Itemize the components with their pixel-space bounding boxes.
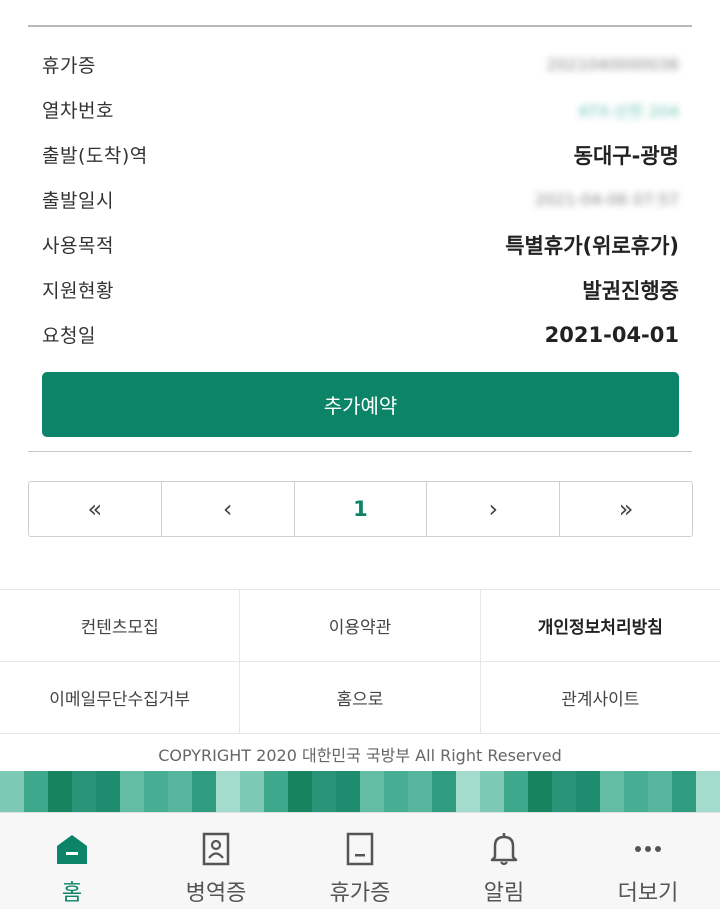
nav-more[interactable]: 더보기: [576, 813, 720, 909]
info-label: 출발일시: [42, 190, 114, 212]
leave-pass-icon: [340, 829, 380, 869]
more-icon: [628, 829, 668, 869]
nav-label: 알림: [483, 881, 525, 906]
add-reservation-button[interactable]: 추가예약: [42, 372, 679, 437]
info-label: 출발(도착)역: [42, 145, 148, 167]
bell-icon: [484, 829, 524, 869]
last-page-button[interactable]: »: [560, 482, 692, 536]
footer-link-content-recruit[interactable]: 컨텐츠모집: [0, 590, 241, 661]
route-value: 동대구-광명: [573, 143, 679, 168]
nav-label: 더보기: [617, 881, 679, 906]
divider: [28, 451, 692, 452]
footer-link-terms[interactable]: 이용약관: [240, 590, 481, 661]
departure-value: 2021-04-06 07:57: [534, 190, 679, 209]
nav-home[interactable]: 홈: [0, 813, 144, 909]
info-row-route: 출발(도착)역 동대구-광명: [42, 132, 679, 177]
top-divider: [28, 25, 692, 27]
footer-link-email-policy[interactable]: 이메일무단수집거부: [0, 662, 241, 733]
info-label: 열차번호: [42, 100, 114, 122]
pass-number-value: 2021040000036: [546, 55, 679, 74]
purpose-value: 특별휴가(위로휴가): [505, 233, 679, 258]
info-row-request-date: 요청일 2021-04-01: [42, 312, 679, 357]
info-row-departure: 출발일시 2021-04-06 07:57: [42, 177, 679, 222]
info-label: 요청일: [42, 325, 96, 347]
footer-link-home[interactable]: 홈으로: [240, 662, 481, 733]
copyright-text: COPYRIGHT 2020 대한민국 국방부 All Right Reserv…: [158, 746, 562, 765]
footer-link-related-sites[interactable]: 관계사이트: [481, 662, 720, 733]
first-page-button[interactable]: «: [29, 482, 162, 536]
info-label: 사용목적: [42, 235, 114, 257]
info-row-pass-number: 휴가증 2021040000036: [42, 42, 679, 87]
nav-leave-pass[interactable]: 휴가증: [288, 813, 432, 909]
status-value: 발권진행중: [582, 278, 679, 303]
footer-row: 이메일무단수집거부 홈으로 관계사이트: [0, 662, 720, 734]
info-row-status: 지원현황 발권진행중: [42, 267, 679, 312]
prev-page-button[interactable]: ‹: [162, 482, 295, 536]
request-date-value: 2021-04-01: [544, 322, 679, 347]
home-icon: [52, 829, 92, 869]
footer-links: 컨텐츠모집 이용약관 개인정보처리방침 이메일무단수집거부 홈으로 관계사이트: [0, 589, 720, 734]
info-row-train-number: 열차번호 KTX-산천 204: [42, 87, 679, 132]
footer-row: 컨텐츠모집 이용약관 개인정보처리방침: [0, 590, 720, 662]
bottom-navigation: 홈 병역증 휴가증 알림 더보기: [0, 812, 720, 909]
nav-label: 홈: [61, 881, 83, 906]
id-card-icon: [196, 829, 236, 869]
current-page[interactable]: 1: [295, 482, 428, 536]
nav-military-id[interactable]: 병역증: [144, 813, 288, 909]
reservation-info: 휴가증 2021040000036 열차번호 KTX-산천 204 출발(도착)…: [42, 42, 679, 357]
train-number-value: KTX-산천 204: [578, 101, 679, 121]
nav-label: 병역증: [185, 881, 247, 906]
pagination: « ‹ 1 › »: [28, 481, 693, 537]
pixelated-banner: [0, 771, 720, 812]
info-row-purpose: 사용목적 특별휴가(위로휴가): [42, 222, 679, 267]
nav-label: 휴가증: [329, 881, 391, 906]
nav-notifications[interactable]: 알림: [432, 813, 576, 909]
info-label: 휴가증: [42, 55, 96, 77]
info-label: 지원현황: [42, 280, 114, 302]
footer-link-privacy[interactable]: 개인정보처리방침: [481, 590, 720, 661]
next-page-button[interactable]: ›: [427, 482, 561, 536]
